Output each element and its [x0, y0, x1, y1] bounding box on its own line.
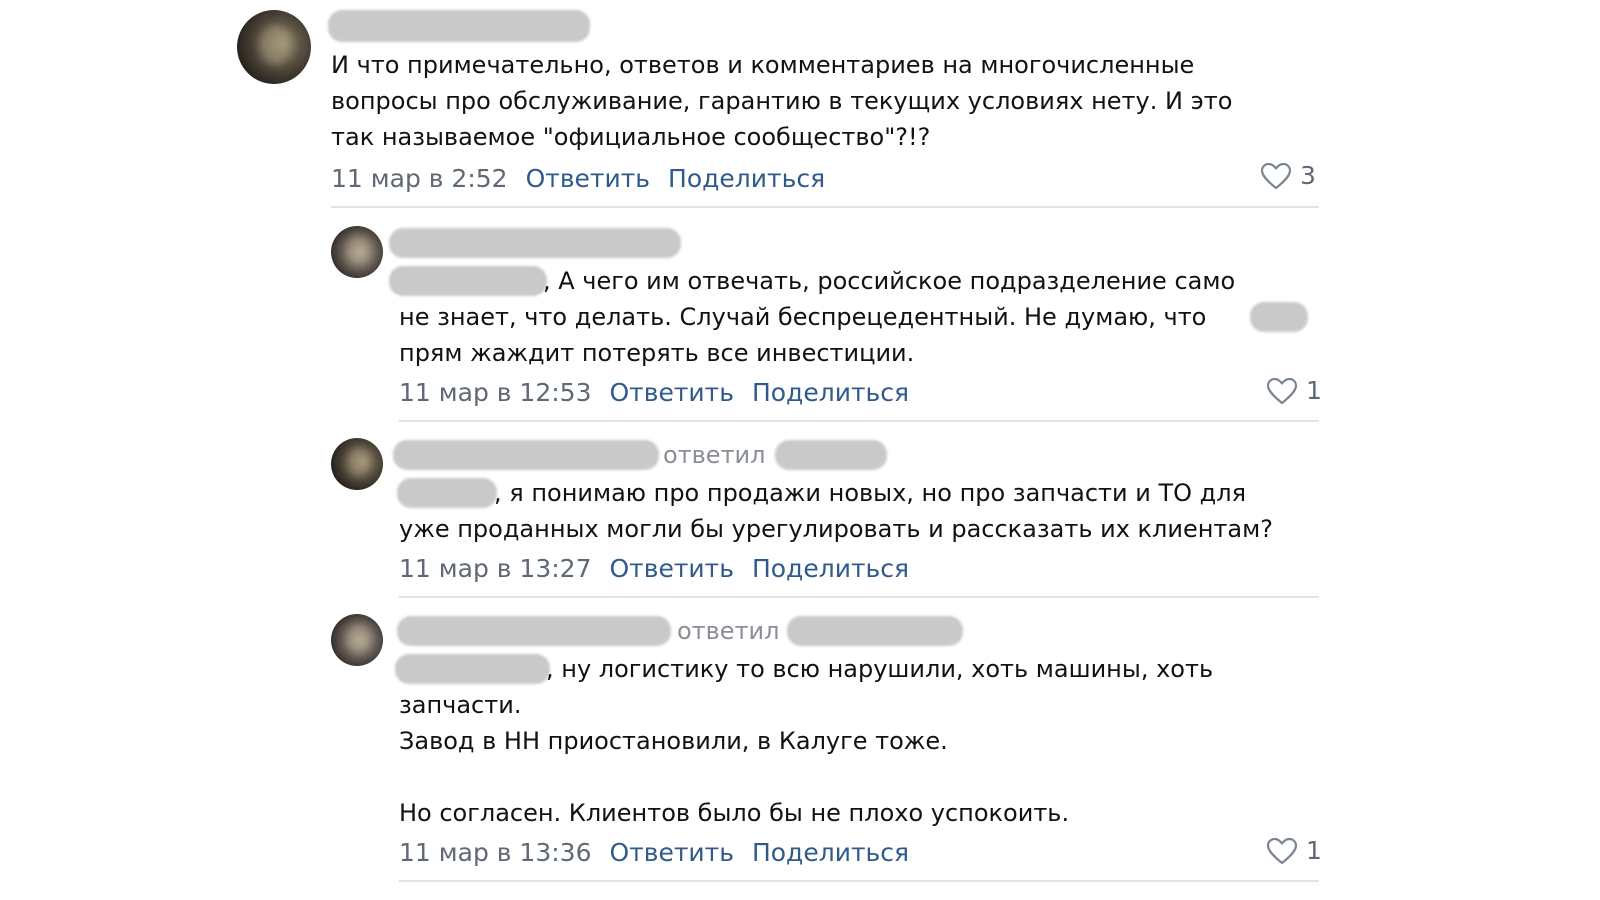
comment-text-line: , ну логистику то всю нарушили, хоть маш…: [546, 655, 1214, 683]
reply-target-redacted[interactable]: [775, 440, 887, 470]
author-name-redacted[interactable]: [393, 440, 659, 470]
comment-time[interactable]: 11 мар в 12:53: [399, 378, 591, 407]
comment-text-line: уже проданных могли бы урегулировать и р…: [399, 515, 1273, 543]
comment-time[interactable]: 11 мар в 13:27: [399, 554, 591, 583]
brand-redacted: [1250, 302, 1308, 332]
like-button[interactable]: 1: [1266, 376, 1322, 405]
avatar[interactable]: [331, 226, 383, 278]
mention-redacted[interactable]: [395, 654, 550, 684]
replied-label: ответил: [677, 617, 780, 645]
comment-meta: 11 мар в 13:36 Ответить Поделиться: [399, 837, 909, 869]
comment-text-line: не знает, что делать. Случай беспрецеден…: [399, 303, 1207, 331]
comment-text-line: И что примечательно, ответов и комментар…: [331, 51, 1195, 79]
reply-button[interactable]: Ответить: [609, 838, 733, 867]
author-name-redacted[interactable]: [397, 616, 671, 646]
like-button[interactable]: 3: [1260, 161, 1316, 190]
share-button[interactable]: Поделиться: [668, 164, 825, 193]
comment-text-line: так называемое "официальное сообщество"?…: [331, 123, 931, 151]
reply-button[interactable]: Ответить: [609, 378, 733, 407]
comment-meta: 11 мар в 13:27 Ответить Поделиться: [399, 553, 909, 585]
comment-text-line: прям жаждит потерять все инвестиции.: [399, 339, 915, 367]
avatar[interactable]: [331, 438, 383, 490]
reply-target-redacted[interactable]: [787, 616, 963, 646]
reply-button[interactable]: Ответить: [526, 164, 650, 193]
share-button[interactable]: Поделиться: [752, 378, 909, 407]
comment-text-line: запчасти.: [399, 691, 522, 719]
avatar[interactable]: [237, 10, 311, 84]
comment-time[interactable]: 11 мар в 13:36: [399, 838, 591, 867]
comment-meta: 11 мар в 2:52 Ответить Поделиться: [331, 163, 825, 195]
comment-text-line: , я понимаю про продажи новых, но про за…: [494, 479, 1247, 507]
share-button[interactable]: Поделиться: [752, 838, 909, 867]
comment-text-line: Завод в НН приостановили, в Калуге тоже.: [399, 727, 948, 755]
like-count: 1: [1306, 376, 1322, 405]
like-count: 3: [1300, 161, 1316, 190]
avatar[interactable]: [331, 614, 383, 666]
mention-redacted[interactable]: [397, 478, 497, 508]
mention-redacted[interactable]: [389, 266, 547, 296]
divider: [399, 596, 1319, 598]
like-button[interactable]: 1: [1266, 836, 1322, 865]
divider: [331, 206, 1319, 208]
heart-icon: [1266, 837, 1298, 864]
comment-text-line: вопросы про обслуживание, гарантию в тек…: [331, 87, 1233, 115]
replied-label: ответил: [663, 441, 766, 469]
comment-time[interactable]: 11 мар в 2:52: [331, 164, 508, 193]
comment-meta: 11 мар в 12:53 Ответить Поделиться: [399, 377, 909, 409]
like-count: 1: [1306, 836, 1322, 865]
author-name-redacted[interactable]: [389, 228, 681, 258]
reply-button[interactable]: Ответить: [609, 554, 733, 583]
share-button[interactable]: Поделиться: [752, 554, 909, 583]
comment-text-line: Но согласен. Клиентов было бы не плохо у…: [399, 799, 1070, 827]
comment-text-line: , А чего им отвечать, российское подразд…: [543, 267, 1236, 295]
divider: [399, 880, 1319, 882]
divider: [399, 420, 1319, 422]
author-name-redacted[interactable]: [328, 10, 590, 42]
heart-icon: [1260, 162, 1292, 189]
heart-icon: [1266, 377, 1298, 404]
